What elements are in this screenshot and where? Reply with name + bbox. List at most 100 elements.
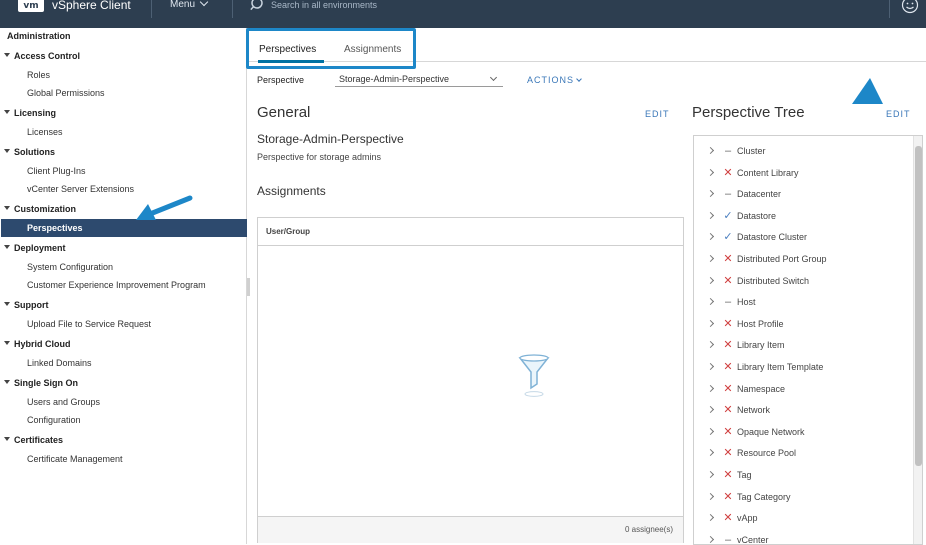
tree-item-label: Library Item Template [737,362,824,372]
tree-item[interactable]: ✕ Tag [694,465,912,485]
vmware-logo: vm [18,0,44,12]
chevron-right-icon[interactable] [706,341,715,349]
partial-icon: – [724,145,732,157]
search-icon[interactable] [250,0,266,12]
tree-item-label: Datastore Cluster [737,232,808,243]
sidebar-group-support[interactable]: Support [1,296,247,314]
chevron-right-icon[interactable] [706,406,715,414]
deny-icon: ✕ [723,512,733,525]
tree-item[interactable]: – Cluster [694,141,912,161]
chevron-right-icon[interactable] [706,470,715,479]
tree-item[interactable]: ✓ Datastore [694,206,912,226]
sidebar-item-roles[interactable]: Roles [1,66,247,84]
chevron-right-icon[interactable] [706,211,715,219]
deny-icon: ✕ [723,166,733,179]
chevron-right-icon[interactable] [706,276,715,284]
tree-item[interactable]: ✕ Host Profile [694,314,912,334]
chevron-right-icon[interactable] [706,146,715,155]
sidebar-group-deployment[interactable]: Deployment [1,239,247,257]
tree-item-label: Resource Pool [737,448,797,459]
sidebar-group-customization[interactable]: Customization [1,200,247,218]
sidebar-item-upload-file[interactable]: Upload File to Service Request [1,315,247,333]
tree-item[interactable]: ✕ Library Item Template [694,357,912,377]
main-content: Perspectives Assignments Perspective Sto… [246,28,926,545]
user-icon[interactable] [901,0,919,14]
sidebar-group-certificates[interactable]: Certificates [1,431,247,449]
sidebar-item-system-configuration[interactable]: System Configuration [1,258,247,276]
sidebar-group-access-control[interactable]: Access Control [1,47,247,65]
column-header-user-group[interactable]: User/Group [258,218,683,246]
chevron-right-icon[interactable] [706,449,715,457]
deny-icon: ✕ [723,404,733,417]
sidebar-item-perspectives[interactable]: Perspectives [1,219,247,237]
sidebar-item-certificate-management[interactable]: Certificate Management [1,450,247,468]
sidebar-item-linked-domains[interactable]: Linked Domains [1,354,247,372]
chevron-right-icon[interactable] [706,168,715,176]
assignments-title: Assignments [257,184,326,198]
deny-icon: ✕ [723,361,733,373]
tree-item[interactable]: – Host [694,292,912,312]
sidebar-item-vcenter-server-extensions[interactable]: vCenter Server Extensions [1,180,247,198]
sidebar-item-global-permissions[interactable]: Global Permissions [1,84,247,102]
perspective-tree-title: Perspective Tree [692,104,805,121]
search-input[interactable] [271,0,551,12]
tree-item[interactable]: ✕ Network [694,400,912,420]
chevron-right-icon[interactable] [706,190,715,198]
deny-icon: ✕ [723,274,733,287]
general-edit-button[interactable]: EDIT [645,109,670,119]
chevron-right-icon[interactable] [706,254,715,263]
tree-item-label: Content Library [737,167,799,178]
menu-button[interactable]: Menu [170,0,209,10]
tree-item[interactable]: ✕ Namespace [694,379,912,399]
tree-item[interactable]: ✕ Content Library [694,163,912,183]
chevron-right-icon[interactable] [706,233,715,241]
sidebar-group-solutions[interactable]: Solutions [1,143,247,161]
perspective-label: Perspective [257,75,305,85]
tree-item[interactable]: ✕ Library Item [694,335,912,355]
chevron-right-icon[interactable] [706,362,715,371]
partial-icon: – [724,188,732,201]
caret-down-icon [4,53,10,57]
perspective-select[interactable]: Storage-Admin-Perspective [335,71,503,87]
caret-down-icon [4,341,10,345]
tree-item[interactable]: – Datacenter [694,184,912,204]
tab-highlight-box [246,28,416,69]
chevron-right-icon[interactable] [706,319,715,327]
sidebar-group-single-sign-on[interactable]: Single Sign On [1,374,247,392]
tree-item-label: vCenter [737,534,769,545]
tree-item[interactable]: ✓ Datastore Cluster [694,227,912,247]
chevron-right-icon[interactable] [706,514,715,522]
sidebar-group-licensing[interactable]: Licensing [1,104,247,122]
tree-item[interactable]: – vCenter [694,530,912,545]
sidebar-item-configuration[interactable]: Configuration [1,411,247,429]
tree-item[interactable]: ✕ Resource Pool [694,443,912,463]
chevron-right-icon[interactable] [706,535,715,543]
caret-down-icon [4,206,10,210]
deny-icon: ✕ [723,425,733,438]
tree-item-label: Datacenter [737,189,782,200]
chevron-right-icon[interactable] [706,427,715,435]
tree-item[interactable]: ✕ Tag Category [694,487,912,507]
caret-down-icon [4,302,10,306]
tree-item[interactable]: ✕ vApp [694,508,912,528]
tree-scroll-thumb[interactable] [915,146,922,466]
annotation-arrow-icon [136,195,193,220]
sidebar-group-hybrid-cloud[interactable]: Hybrid Cloud [1,335,247,353]
chevron-right-icon[interactable] [706,298,715,306]
tree-item-label: Distributed Port Group [737,254,827,264]
tree-item[interactable]: ✕ Opaque Network [694,422,912,442]
tree-item-label: Datastore [737,210,777,221]
tree-scrollbar[interactable] [913,136,922,544]
tree-item[interactable]: ✕ Distributed Switch [694,271,912,291]
app-title[interactable]: vSphere Client [52,0,131,12]
sidebar-item-ceip[interactable]: Customer Experience Improvement Program [1,276,247,294]
sidebar-item-client-plug-ins[interactable]: Client Plug-Ins [1,162,247,180]
chevron-right-icon[interactable] [706,492,715,500]
chevron-right-icon[interactable] [706,384,715,392]
tree-edit-button[interactable]: EDIT [886,109,911,119]
tree-item[interactable]: ✕ Distributed Port Group [694,249,912,269]
partial-icon: – [724,533,732,545]
sidebar-item-users-and-groups[interactable]: Users and Groups [1,393,247,411]
actions-button[interactable]: ACTIONS [527,75,582,85]
sidebar-item-licenses[interactable]: Licenses [1,123,247,141]
